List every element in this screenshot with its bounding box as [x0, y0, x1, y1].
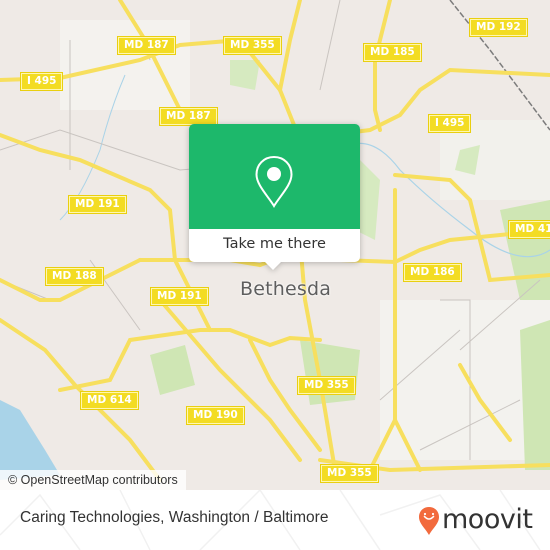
- location-popup: Take me there: [189, 124, 360, 270]
- moovit-pin-icon: [419, 507, 439, 535]
- road-shield-md186: MD 186: [404, 264, 461, 281]
- road-shield-i495: I 495: [21, 73, 63, 90]
- road-shield-md192: MD 192: [470, 19, 527, 36]
- road-shield-i495: I 495: [429, 115, 471, 132]
- take-me-there-button[interactable]: Take me there: [189, 229, 360, 262]
- moovit-wordmark: moovit: [442, 504, 533, 535]
- place-label-bethesda: Bethesda: [240, 278, 332, 300]
- map-attribution[interactable]: © OpenStreetMap contributors: [0, 470, 186, 490]
- road-shield-md355: MD 355: [224, 37, 281, 54]
- road-shield-md191: MD 191: [151, 288, 208, 305]
- map-view[interactable]: MD 187 MD 355 MD 185 MD 192 I 495 I 495 …: [0, 0, 550, 490]
- road-shield-md191: MD 191: [69, 196, 126, 213]
- popup-arrow: [264, 261, 282, 270]
- road-shield-md410: MD 410: [509, 221, 550, 238]
- road-shield-md355: MD 355: [298, 377, 355, 394]
- road-shield-md188: MD 188: [46, 268, 103, 285]
- road-shield-md190: MD 190: [187, 407, 244, 424]
- road-shield-md614: MD 614: [81, 392, 138, 409]
- road-shield-md187: MD 187: [160, 108, 217, 125]
- road-shield-md185: MD 185: [364, 44, 421, 61]
- road-shield-md187: MD 187: [118, 37, 175, 54]
- road-shield-md355: MD 355: [321, 465, 378, 482]
- map-pin-icon: [255, 155, 293, 208]
- location-title: Caring Technologies, Washington / Baltim…: [20, 509, 329, 526]
- footer: Caring Technologies, Washington / Baltim…: [0, 490, 550, 550]
